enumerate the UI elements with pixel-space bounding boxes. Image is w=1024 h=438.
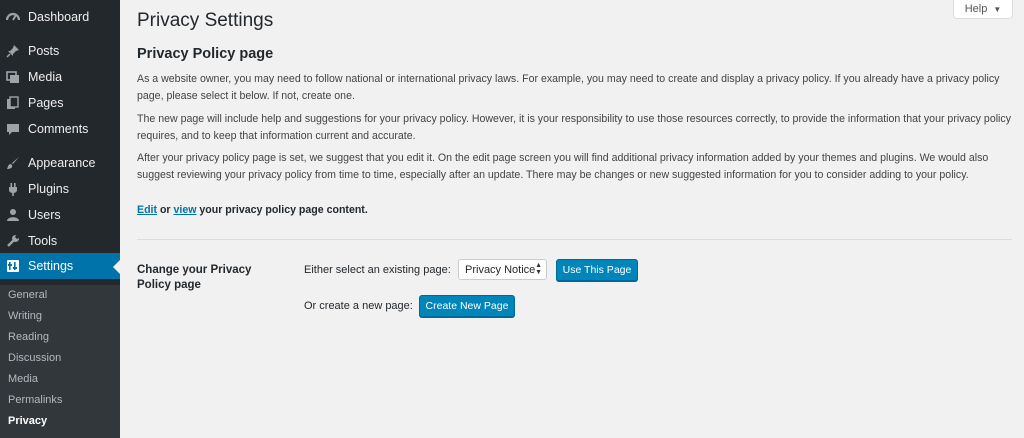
paintbrush-icon <box>6 156 20 170</box>
settings-submenu: General Writing Reading Discussion Media… <box>0 285 120 438</box>
menu-label: Media <box>28 70 63 84</box>
edit-view-line: Edit or view your privacy policy page co… <box>137 204 368 216</box>
pushpin-icon <box>6 44 20 58</box>
select-existing-label: Either select an existing page: <box>304 264 451 276</box>
menu-label: Posts <box>28 44 60 58</box>
menu-label: Dashboard <box>28 10 90 24</box>
menu-label: Comments <box>28 122 89 136</box>
menu-item-users[interactable]: Users <box>0 202 120 228</box>
caret-down-icon: ▼ <box>993 4 1002 14</box>
select-value: Privacy Notice <box>465 263 536 276</box>
menu-item-appearance[interactable]: Appearance <box>0 150 120 176</box>
page-title: Privacy Settings <box>137 10 274 31</box>
admin-sidebar: Dashboard Posts Media Pages Comments App… <box>0 0 120 438</box>
privacy-page-select[interactable]: Privacy Notice ▲ ▼ <box>458 259 547 280</box>
menu-item-pages[interactable]: Pages <box>0 90 120 116</box>
submenu-item-permalinks[interactable]: Permalinks <box>8 394 62 406</box>
create-new-label: Or create a new page: <box>304 300 413 312</box>
submenu-item-general[interactable]: General <box>8 289 47 301</box>
select-arrows-icon: ▲ ▼ <box>535 262 542 276</box>
menu-label: Plugins <box>28 182 69 196</box>
menu-item-comments[interactable]: Comments <box>0 116 120 142</box>
edit-suffix-text: your privacy policy page content. <box>196 204 368 216</box>
menu-label: Appearance <box>28 156 96 170</box>
menu-item-media[interactable]: Media <box>0 64 120 90</box>
menu-item-posts[interactable]: Posts <box>0 38 120 64</box>
menu-label: Pages <box>28 96 64 110</box>
menu-label: Tools <box>28 234 58 248</box>
menu-label: Users <box>28 208 61 222</box>
menu-item-settings[interactable]: Settings <box>0 253 120 279</box>
menu-item-dashboard[interactable]: Dashboard <box>0 4 120 30</box>
or-text: or <box>157 204 174 216</box>
menu-item-plugins[interactable]: Plugins <box>0 176 120 202</box>
menu-item-tools[interactable]: Tools <box>0 228 120 254</box>
section-title: Privacy Policy page <box>137 46 274 62</box>
users-icon <box>6 208 20 222</box>
comment-icon <box>6 122 20 136</box>
submenu-item-media[interactable]: Media <box>8 373 38 385</box>
view-link[interactable]: view <box>174 204 197 216</box>
edit-link[interactable]: Edit <box>137 204 157 216</box>
section-divider <box>137 239 1012 240</box>
create-new-page-button[interactable]: Create New Page <box>419 295 515 317</box>
edit-suggestion-paragraph: After your privacy policy page is set, w… <box>137 152 989 181</box>
help-paragraph: The new page will include help and sugge… <box>137 113 1012 142</box>
media-icon <box>6 70 20 84</box>
settings-icon <box>6 259 20 273</box>
menu-label: Settings <box>28 259 74 273</box>
plugin-icon <box>6 182 20 196</box>
wrench-icon <box>6 234 20 248</box>
submenu-item-writing[interactable]: Writing <box>8 310 42 322</box>
use-this-page-button[interactable]: Use This Page <box>556 259 638 281</box>
intro-paragraph: As a website owner, you may need to foll… <box>137 73 1000 102</box>
submenu-item-privacy[interactable]: Privacy <box>8 415 47 427</box>
submenu-item-discussion[interactable]: Discussion <box>8 352 61 364</box>
dashboard-icon <box>6 10 20 24</box>
help-tab-button[interactable]: Help ▼ <box>953 0 1013 19</box>
change-policy-label: Change your Privacy Policy page <box>137 264 252 291</box>
submenu-item-reading[interactable]: Reading <box>8 331 49 343</box>
help-label: Help <box>964 3 988 15</box>
pages-icon <box>6 96 20 110</box>
